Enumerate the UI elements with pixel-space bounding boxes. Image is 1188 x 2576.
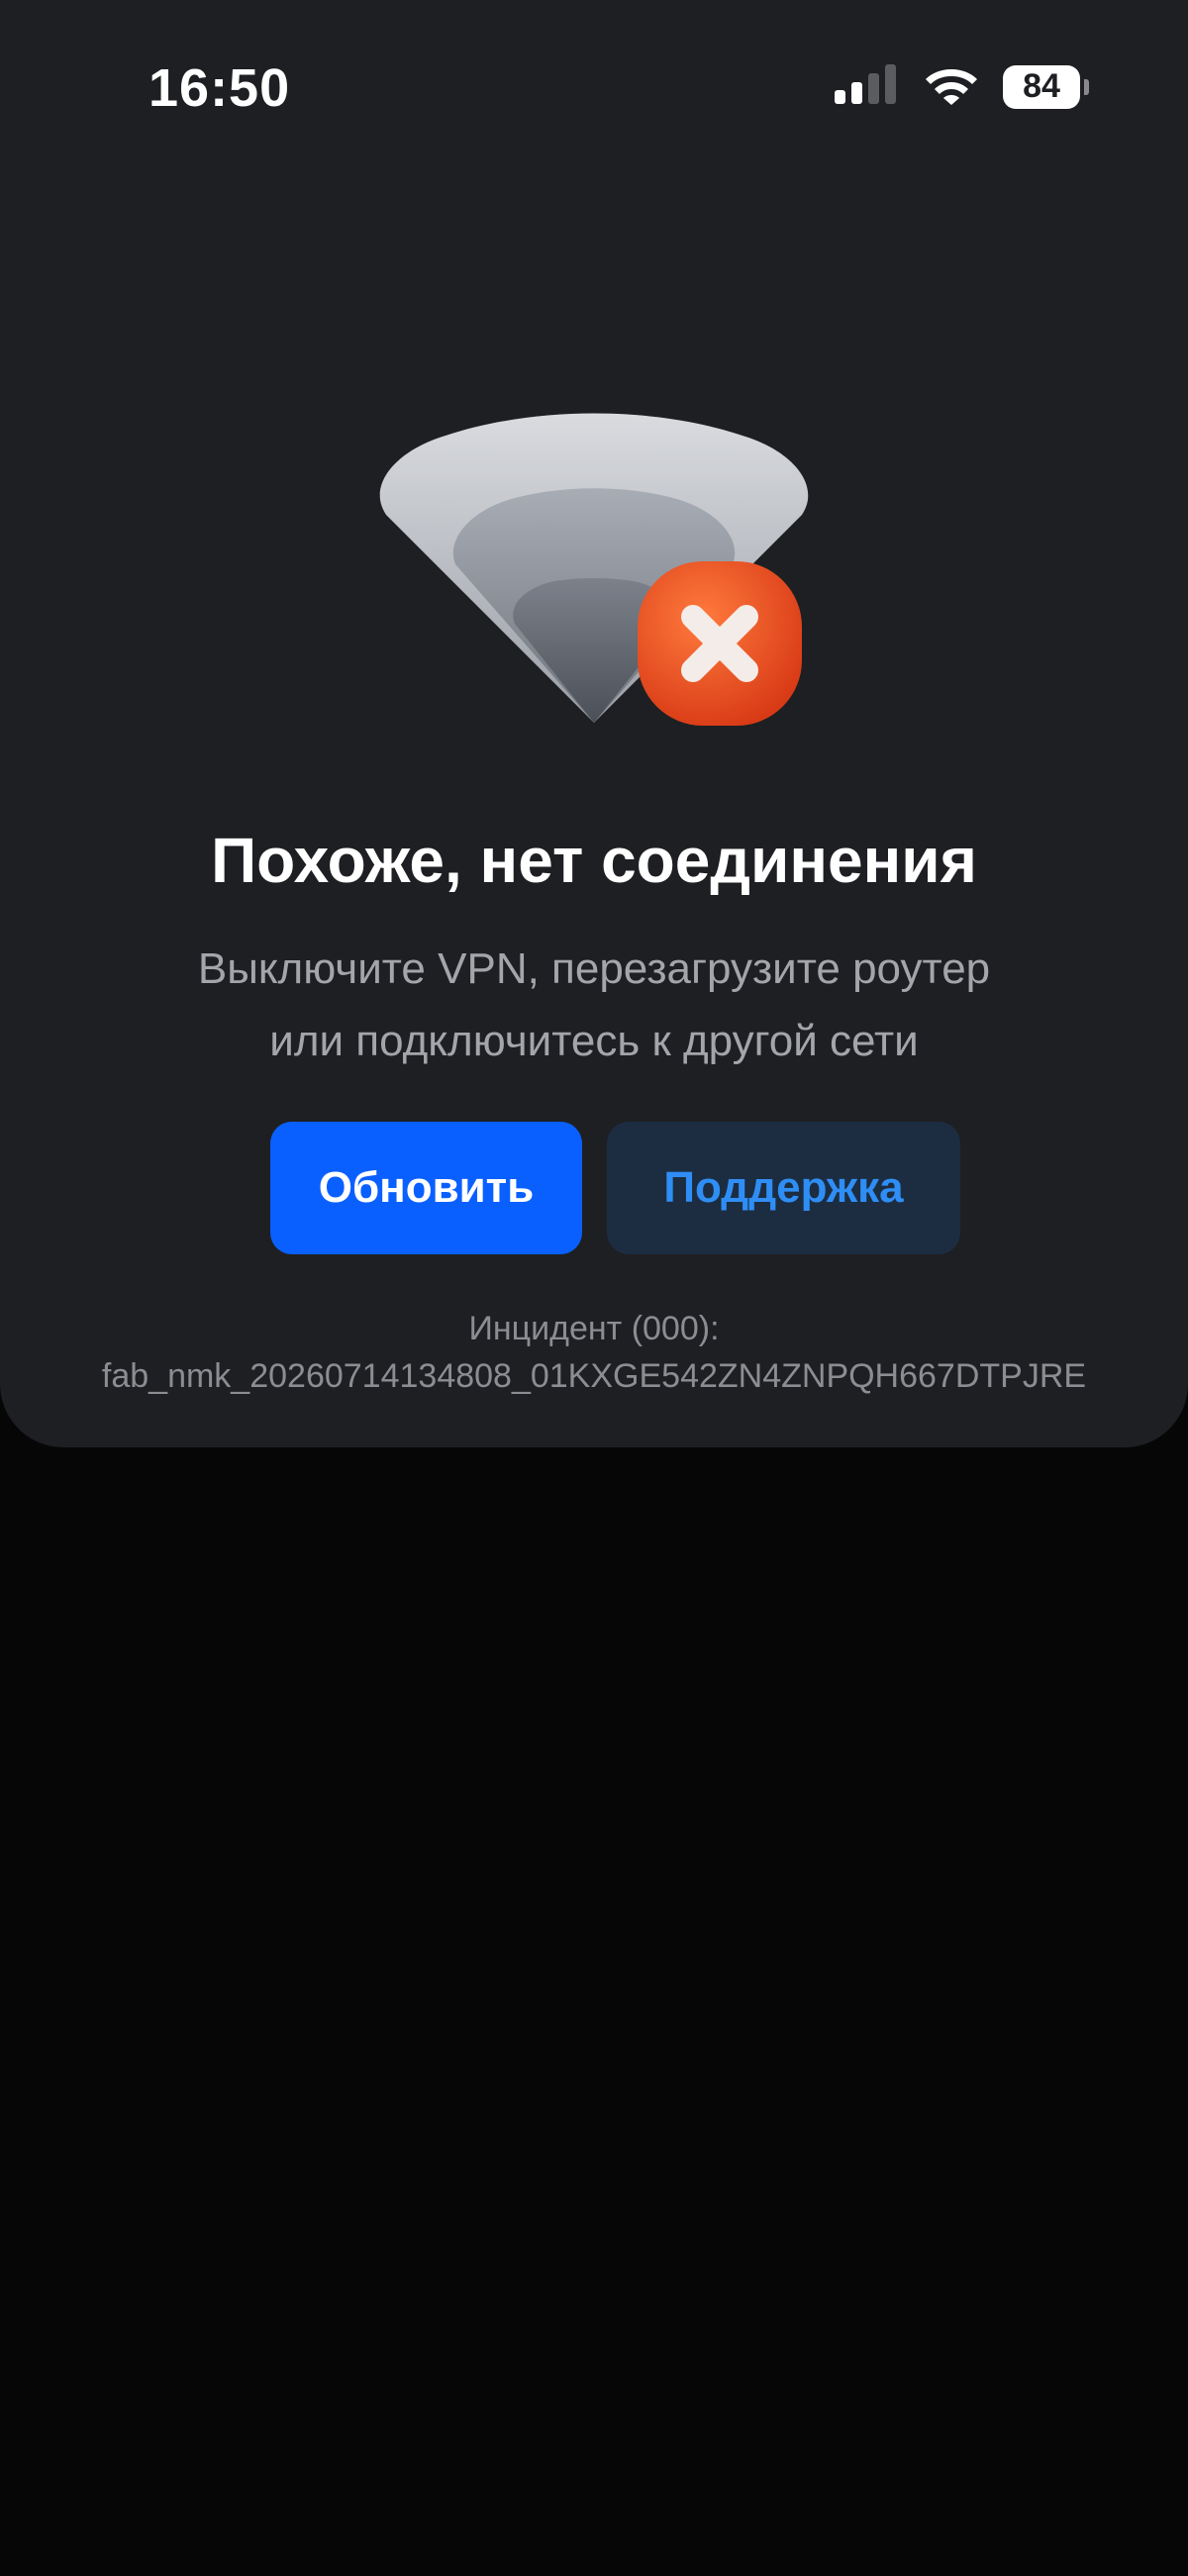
cellular-signal-icon	[835, 64, 900, 109]
description-line-1: Выключите VPN, перезагрузите роутер	[197, 944, 991, 993]
screen: 16:50 84 Похоже, нет соединения Выключит…	[0, 0, 1188, 2576]
incident-code: fab_nmk_20260714134808_01KXGE542ZN4ZNPQH…	[101, 1357, 1087, 1395]
incident-info: Инцидент (000): fab_nmk_20260714134808_0…	[0, 1305, 1188, 1400]
wifi-error-icon	[366, 391, 822, 738]
status-time: 16:50	[148, 58, 291, 118]
description-line-2: или подключитесь к другой сети	[269, 1017, 919, 1065]
close-icon	[636, 559, 804, 728]
status-icons: 84	[835, 63, 1089, 110]
error-description: Выключите VPN, перезагрузите роутер или …	[99, 933, 1089, 1077]
refresh-button[interactable]: Обновить	[270, 1122, 582, 1254]
page-title: Похоже, нет соединения	[211, 825, 977, 896]
wifi-icon	[924, 63, 979, 110]
battery-level: 84	[1003, 64, 1080, 109]
support-button[interactable]: Поддержка	[607, 1122, 960, 1254]
error-card: 16:50 84 Похоже, нет соединения Выключит…	[0, 0, 1188, 1447]
incident-label: Инцидент (000):	[468, 1310, 720, 1347]
battery-cap	[1084, 78, 1089, 95]
battery-indicator: 84	[1003, 64, 1089, 109]
